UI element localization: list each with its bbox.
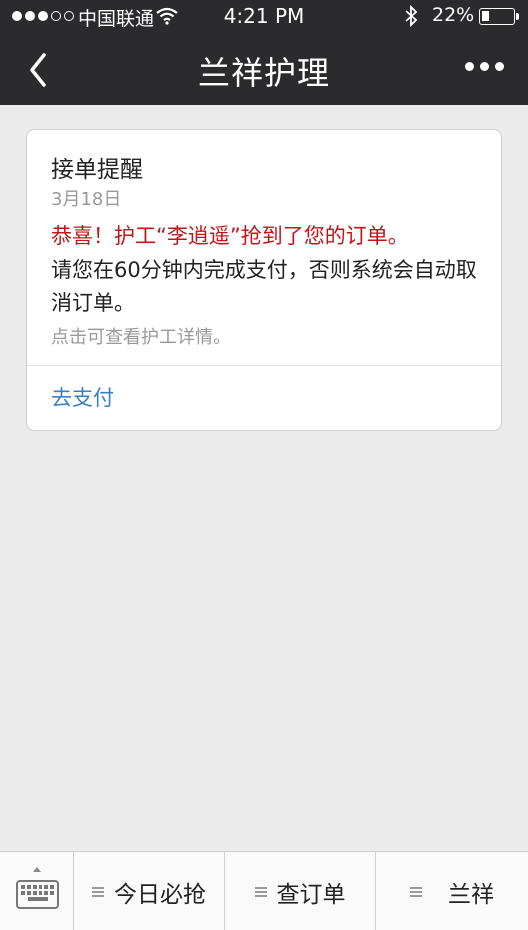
battery-icon [479, 8, 519, 25]
keyboard-icon [16, 880, 59, 909]
header: 中国联通 4:21 PM 22% 兰祥护理 [0, 0, 528, 105]
menu-check-orders[interactable]: 查订单 [225, 852, 376, 930]
card-title: 接单提醒 [51, 157, 143, 183]
menu-lanxiang[interactable]: 兰祥 [376, 852, 528, 930]
keyboard-toggle-button[interactable] [0, 852, 74, 930]
battery-percent: 22% [432, 4, 475, 26]
card-divider [27, 365, 501, 366]
bottom-menu-bar: 今日必抢 查订单 兰祥 [0, 851, 528, 930]
pay-link[interactable]: 去支付 [51, 382, 114, 412]
menu-today-grab[interactable]: 今日必抢 [74, 852, 225, 930]
phone-screen: 中国联通 4:21 PM 22% 兰祥护理 接单提醒 3月18日 恭喜！护工“李… [0, 0, 528, 930]
menu-lines-icon [254, 885, 267, 899]
card-date: 3月18日 [51, 189, 122, 210]
menu-label: 今日必抢 [114, 881, 206, 908]
caret-up-icon [33, 867, 41, 872]
more-button[interactable] [465, 62, 504, 71]
card-body: 请您在60分钟内完成支付，否则系统会自动取消订单。 [51, 258, 477, 315]
notification-card[interactable]: 接单提醒 3月18日 恭喜！护工“李逍遥”抢到了您的订单。 请您在60分钟内完成… [26, 129, 502, 431]
bluetooth-icon [404, 4, 418, 32]
menu-label: 兰祥 [448, 881, 494, 908]
card-hint: 点击可查看护工详情。 [51, 327, 231, 348]
card-highlight: 恭喜！护工“李逍遥”抢到了您的订单。 [51, 224, 409, 248]
status-bar: 中国联通 4:21 PM 22% [0, 0, 528, 34]
more-dots-icon [465, 62, 474, 71]
menu-label: 查订单 [276, 881, 346, 908]
navigation-bar: 兰祥护理 [0, 34, 528, 105]
page-title: 兰祥护理 [197, 54, 330, 92]
menu-lines-icon [92, 885, 104, 899]
menu-lines-icon [410, 885, 422, 899]
